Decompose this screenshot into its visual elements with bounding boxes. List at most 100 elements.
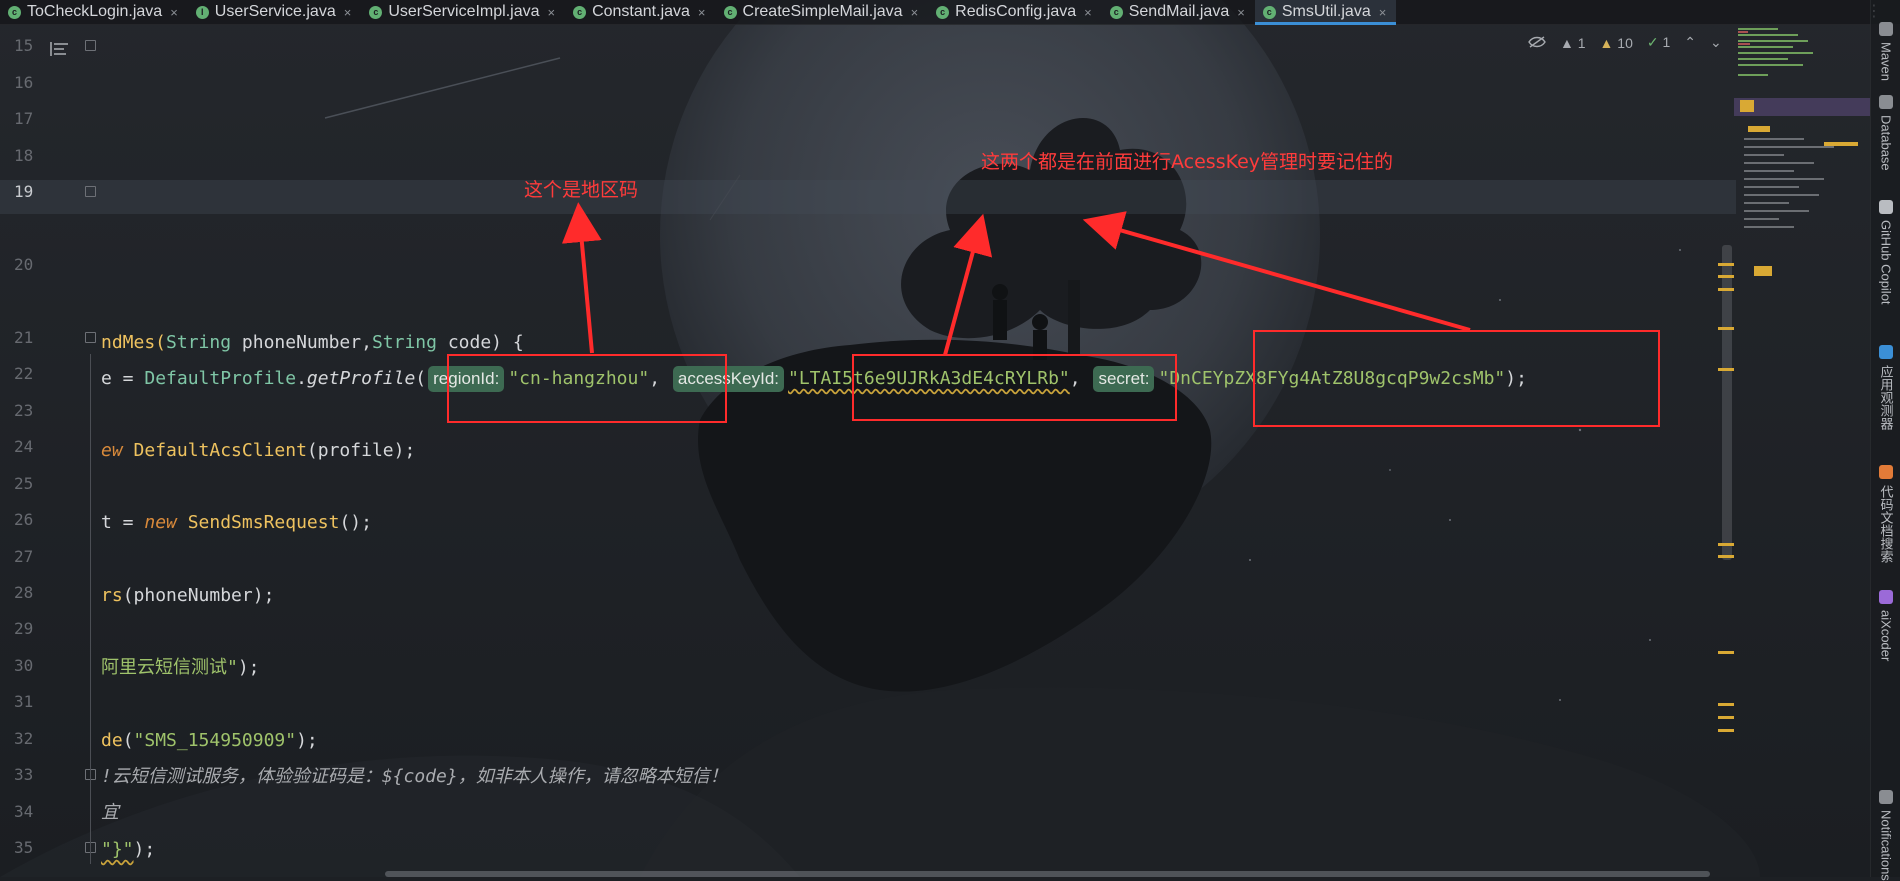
tab-smsutil[interactable]: c SmsUtil.java ×: [1254, 0, 1397, 25]
fold-marker-icon[interactable]: [85, 40, 96, 52]
tab-constant[interactable]: c Constant.java ×: [565, 0, 715, 24]
code-line-26: t = new SendSmsRequest();: [101, 511, 372, 535]
vertical-scrollbar[interactable]: [1722, 245, 1732, 560]
assignment: e =: [101, 368, 145, 389]
fold-guide-line: [90, 354, 91, 864]
tool-database[interactable]: Database: [1871, 95, 1900, 171]
warning-stripe[interactable]: [1718, 729, 1734, 732]
code-minimap[interactable]: [1734, 26, 1870, 296]
warning-stripe[interactable]: [1718, 288, 1734, 291]
warning-stripe[interactable]: [1718, 263, 1734, 266]
paren: (: [415, 368, 427, 389]
warning-stripe[interactable]: [1718, 716, 1734, 719]
bell-icon: [1879, 790, 1893, 804]
close-icon[interactable]: ×: [1237, 5, 1245, 20]
warning-stripe[interactable]: [1718, 703, 1734, 706]
line-number[interactable]: 32: [14, 729, 40, 748]
class-file-icon: c: [1109, 5, 1123, 19]
warning-stripe[interactable]: [1718, 543, 1734, 546]
string-literal: "}": [101, 839, 134, 860]
tab-tochecklogin[interactable]: c ToCheckLogin.java ×: [0, 0, 188, 24]
fold-marker-icon[interactable]: [85, 331, 96, 343]
line-number[interactable]: 21: [14, 328, 40, 347]
line-number[interactable]: 34: [14, 802, 40, 821]
line-number[interactable]: 23: [14, 401, 40, 420]
close-icon[interactable]: ×: [547, 5, 555, 20]
warning-stripe[interactable]: [1718, 327, 1734, 330]
param-hint-accesskeyid: accessKeyId:: [672, 366, 784, 392]
param: code) {: [436, 332, 524, 353]
dot: .: [296, 368, 307, 389]
line-number[interactable]: 31: [14, 692, 40, 711]
close-icon[interactable]: ×: [1084, 5, 1092, 20]
doc-search-icon: [1879, 465, 1893, 479]
line-number[interactable]: 29: [14, 619, 40, 638]
tab-label: RedisConfig.java: [955, 3, 1077, 20]
code-line-28: rs(phoneNumber);: [101, 584, 274, 608]
tool-aixcoder[interactable]: aiXcoder: [1871, 590, 1900, 661]
line-number[interactable]: 26: [14, 510, 40, 529]
weak-warning-count[interactable]: ✓ 1: [1647, 34, 1670, 51]
warning-stripe[interactable]: [1718, 275, 1734, 278]
tab-createsimplemail[interactable]: c CreateSimpleMail.java ×: [716, 0, 929, 24]
string-literal: 阿里云短信测试": [101, 657, 238, 678]
line-number[interactable]: 25: [14, 474, 40, 493]
tool-observer[interactable]: 应用观测器: [1871, 345, 1900, 430]
tab-userserviceimpl[interactable]: c UserServiceImpl.java ×: [361, 0, 565, 24]
hidden-eye-icon[interactable]: [1528, 35, 1546, 51]
line-number[interactable]: 24: [14, 437, 40, 456]
args: (phoneNumber);: [122, 585, 275, 606]
tab-userservice[interactable]: I UserService.java ×: [188, 0, 362, 24]
error-icon: ▲: [1560, 34, 1574, 51]
line-number[interactable]: 19: [14, 182, 40, 201]
line-number[interactable]: 15: [14, 36, 40, 55]
warning-stripe[interactable]: [1718, 368, 1734, 371]
line-number[interactable]: 27: [14, 547, 40, 566]
check-icon: ✓: [1646, 34, 1659, 50]
fold-marker-icon[interactable]: [85, 186, 96, 198]
tool-copilot[interactable]: GitHub Copilot: [1871, 200, 1900, 305]
param-hint-regionid: regionId:: [428, 366, 505, 392]
tab-label: CreateSimpleMail.java: [742, 3, 903, 20]
close-icon[interactable]: ×: [1379, 5, 1387, 20]
secret-string: "DnCEYpZX8FYg4AtZ8U8gcqP9w2csMb": [1158, 368, 1506, 389]
maven-icon: [1879, 22, 1893, 36]
tool-maven[interactable]: Maven: [1871, 22, 1900, 81]
tab-redisconfig[interactable]: c RedisConfig.java ×: [928, 0, 1102, 24]
line-number[interactable]: 17: [14, 109, 40, 128]
line-number[interactable]: 18: [14, 146, 40, 165]
line-number[interactable]: 28: [14, 583, 40, 602]
line-number[interactable]: 20: [14, 255, 40, 274]
next-highlight-icon[interactable]: ⌄: [1710, 34, 1722, 51]
warning-count[interactable]: ▲ 10: [1600, 35, 1633, 51]
previous-highlight-icon[interactable]: ⌃: [1684, 34, 1696, 51]
warning-stripe[interactable]: [1718, 651, 1734, 654]
close-icon[interactable]: ×: [170, 5, 178, 20]
current-line-highlight: [0, 180, 1736, 214]
line-number[interactable]: 30: [14, 656, 40, 675]
close-icon[interactable]: ×: [911, 5, 919, 20]
line-number[interactable]: 22: [14, 364, 40, 383]
close-icon[interactable]: ×: [344, 5, 352, 20]
assignment: t =: [101, 512, 145, 533]
inspection-widget[interactable]: ▲ 1 ▲ 10 ✓ 1 ⌃ ⌄: [1528, 34, 1722, 51]
type-string: String: [371, 332, 437, 353]
line-number[interactable]: 16: [14, 73, 40, 92]
access-key-string: "LTAI5t6e9UJRkA3dE4cRYLRb": [788, 368, 1070, 389]
line-number[interactable]: 33: [14, 765, 40, 784]
tab-sendmail[interactable]: c SendMail.java ×: [1102, 0, 1255, 24]
warning-stripe[interactable]: [1718, 555, 1734, 558]
region-string: "cn-hangzhou": [508, 368, 650, 389]
tool-label: Notifications: [1878, 810, 1894, 881]
tool-doc-search[interactable]: 代码文档搜索: [1871, 465, 1900, 563]
args: ();: [339, 512, 372, 533]
close-icon[interactable]: ×: [698, 5, 706, 20]
class-file-icon: c: [573, 5, 587, 19]
right-tool-window-bar: Maven Database GitHub Copilot 应用观测器代码文档搜索 ai…: [1870, 0, 1900, 881]
horizontal-scrollbar[interactable]: [385, 871, 1710, 877]
structure-icon[interactable]: [50, 42, 68, 56]
static-method: getProfile: [306, 368, 416, 389]
tool-bell[interactable]: Notifications: [1871, 790, 1900, 881]
error-count[interactable]: ▲ 1: [1560, 35, 1586, 51]
line-number[interactable]: 35: [14, 838, 40, 857]
